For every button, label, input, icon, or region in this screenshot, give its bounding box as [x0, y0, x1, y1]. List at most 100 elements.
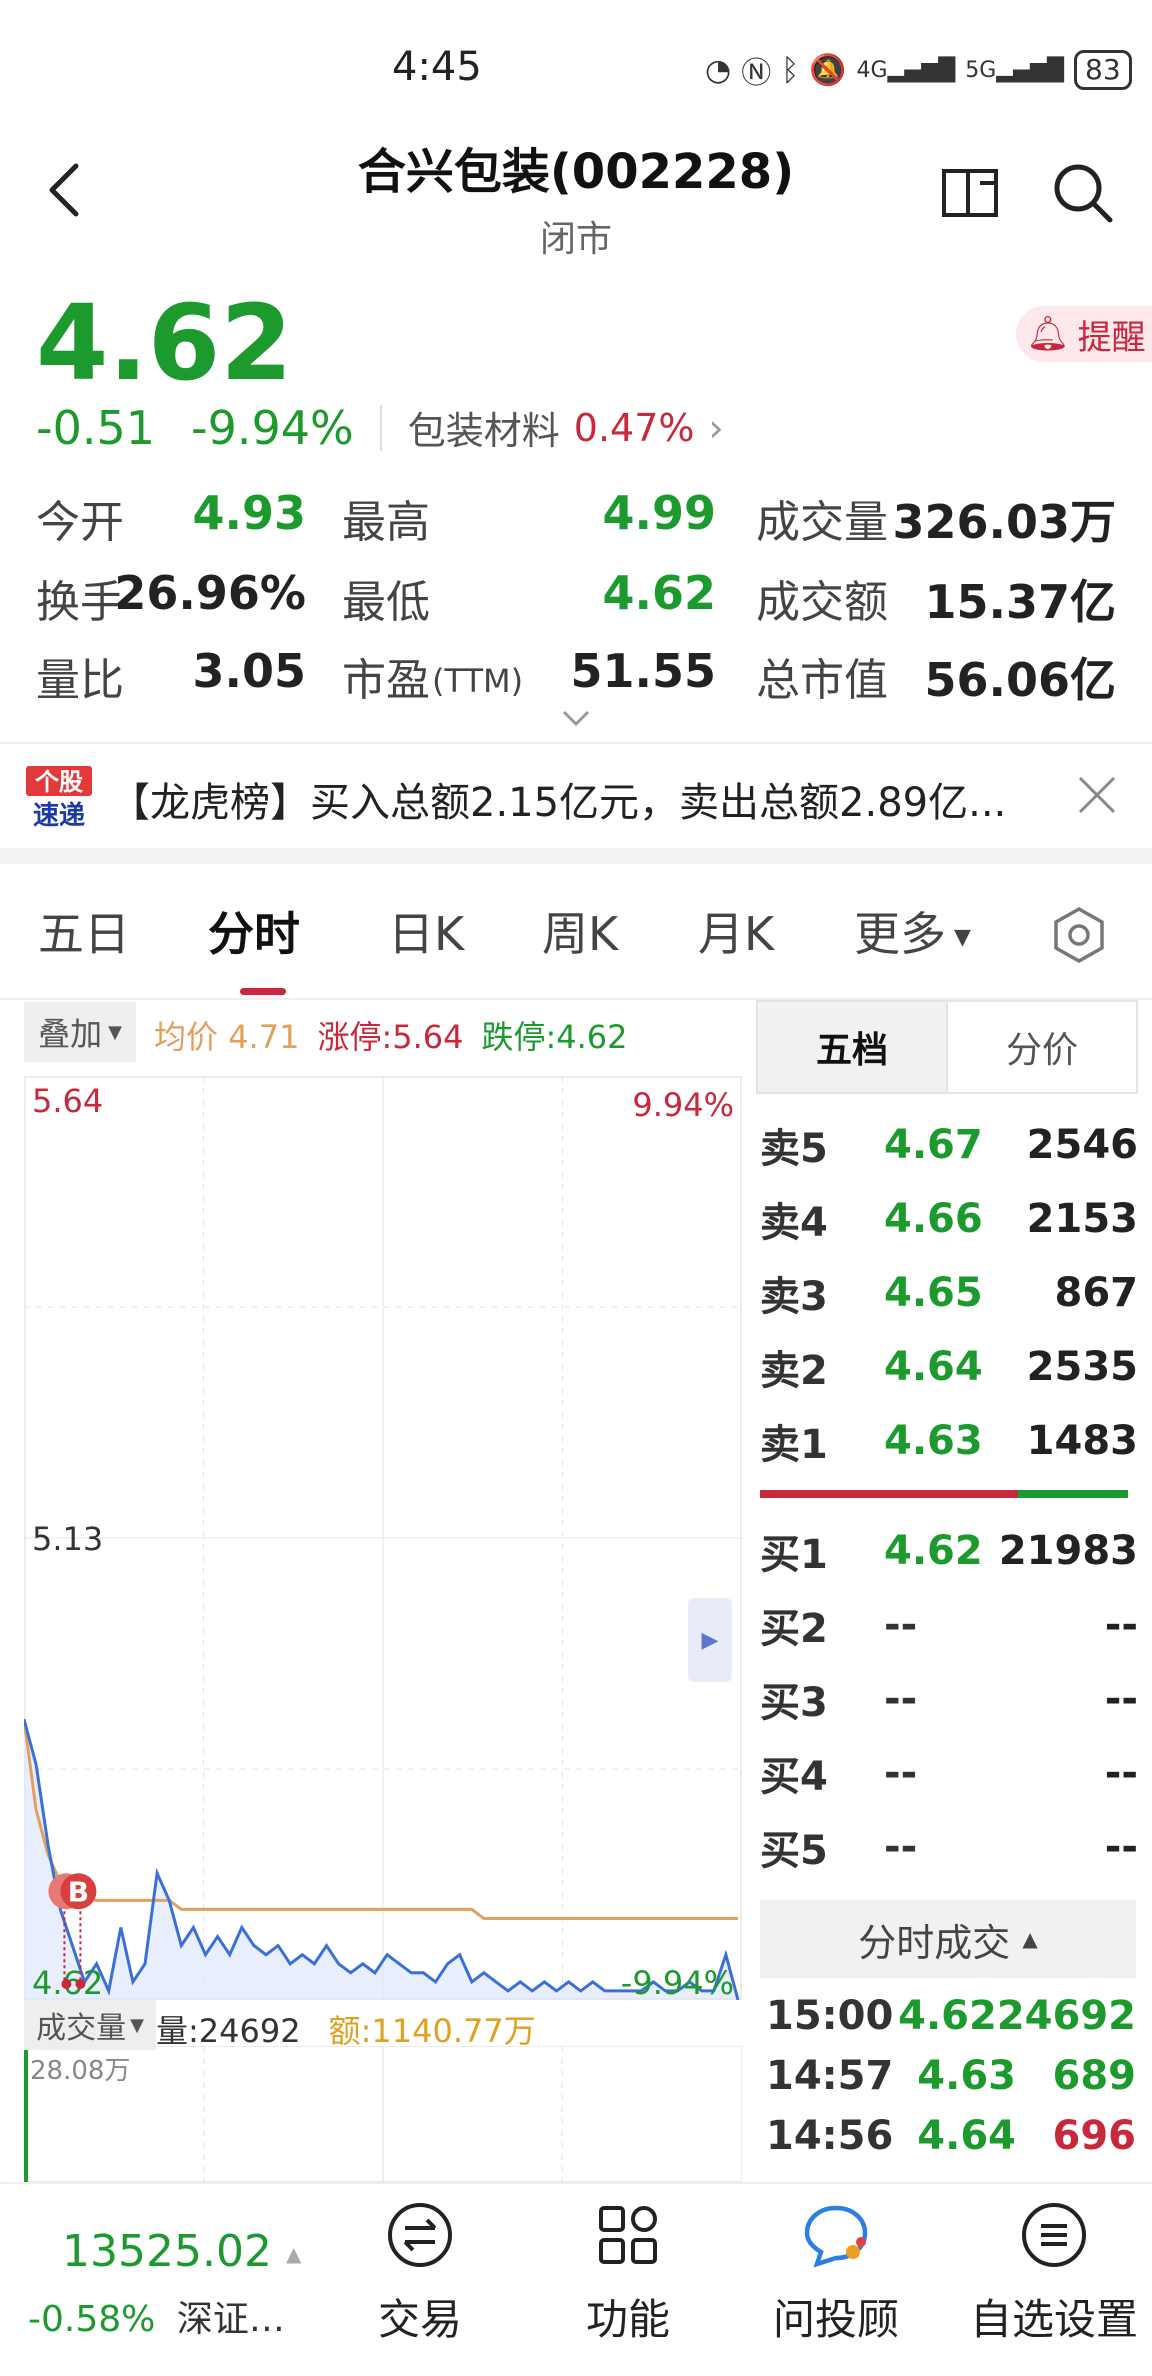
ticks-header[interactable]: 分时成交 ▲	[760, 1900, 1136, 1978]
index-name: 深证…	[176, 2299, 285, 2340]
stat-label-suffix: (TTM)	[432, 662, 524, 700]
tab-more[interactable]: 更多 ▼	[854, 898, 971, 964]
trade-icon	[388, 2203, 452, 2267]
news-headline[interactable]: 【龙虎榜】买入总额2.15亿元，卖出总额2.89亿...	[110, 770, 1006, 828]
ask-row[interactable]: 卖3 4.65 867	[760, 1256, 1138, 1330]
level-volume: --	[1104, 1750, 1138, 1796]
bid-row[interactable]: 买2 -- --	[760, 1588, 1138, 1662]
sector-link[interactable]: 包装材料 0.47% ›	[408, 400, 724, 455]
change-row: -0.51 -9.94% 包装材料 0.47% ›	[36, 400, 724, 455]
level-price: --	[884, 1824, 918, 1870]
search-icon[interactable]	[1052, 162, 1114, 224]
book-icon[interactable]	[940, 165, 1006, 221]
level-price: 4.65	[884, 1270, 983, 1316]
chevron-down-icon[interactable]	[560, 708, 592, 730]
bid-ratio-bar	[1018, 1490, 1128, 1498]
volume-chart	[24, 2046, 742, 2182]
price-change-pct: -9.94%	[191, 400, 354, 455]
level-label: 买5	[760, 1828, 828, 1874]
level-volume: 2546	[1026, 1122, 1138, 1168]
level-price: 4.67	[884, 1122, 983, 1168]
level-price: 4.64	[884, 1344, 983, 1390]
mute-icon: 🔕	[809, 52, 847, 88]
chart-expand-button[interactable]: ▶	[688, 1598, 732, 1682]
level-price: --	[884, 1750, 918, 1796]
price-area	[24, 1719, 738, 2000]
tick-price: 4.64	[917, 2113, 1016, 2159]
bid-row[interactable]: 买5 -- --	[760, 1810, 1138, 1884]
chart-legend: 均价 4.71 涨停:5.64 跌停:4.62	[154, 1012, 628, 1058]
chat-bubble-icon	[804, 2205, 868, 2268]
level-label: 卖4	[760, 1200, 828, 1246]
sector-name: 包装材料	[407, 409, 560, 453]
nav-watchlist-settings[interactable]: 自选设置	[964, 2200, 1144, 2347]
grid-icon	[599, 2206, 657, 2264]
tab-five-day[interactable]: 五日	[38, 898, 130, 964]
stat-value: 15.37亿	[924, 575, 1116, 629]
stat-label: 成交额	[756, 577, 888, 628]
tick-row: 14:57 4.63 689	[766, 2046, 1136, 2106]
sector-pct: 0.47%	[573, 405, 695, 450]
level-label: 卖5	[760, 1126, 828, 1172]
ask-row[interactable]: 卖2 4.64 2535	[760, 1330, 1138, 1404]
ask-row[interactable]: 卖5 4.67 2546	[760, 1108, 1138, 1182]
volume-indicator-button[interactable]: 成交量 ▼	[24, 2000, 156, 2050]
tab-month-k[interactable]: 月K	[698, 898, 774, 964]
speed-icon: ◔	[705, 52, 732, 88]
nav-advisor[interactable]: 问投顾	[756, 2200, 916, 2347]
intraday-chart[interactable]: 5.649.94%5.134.62-9.94%B	[24, 1076, 742, 2000]
bid-row[interactable]: 买3 -- --	[760, 1662, 1138, 1736]
stat-label: 成交量	[756, 497, 888, 548]
caret-down-icon: ▼	[130, 2014, 144, 2036]
svg-text:速递: 速递	[33, 800, 85, 830]
level-price: --	[884, 1602, 918, 1648]
close-icon[interactable]	[1076, 774, 1118, 816]
nav-trade[interactable]: 交易	[340, 2200, 500, 2347]
index-change: -0.58% 深证…	[28, 2299, 285, 2340]
tab-week-k[interactable]: 周K	[542, 898, 618, 964]
tick-volume: 24692	[996, 1993, 1136, 2039]
bid-row[interactable]: 买4 -- --	[760, 1736, 1138, 1810]
tick-price: 4.63	[917, 2053, 1016, 2099]
index-value[interactable]: 13525.02 ▲	[62, 2226, 301, 2277]
bid-row[interactable]: 买1 4.62 21983	[760, 1514, 1138, 1588]
avg-price-label: 均价 4.71	[154, 1018, 300, 1056]
tick-volume: 696	[1052, 2113, 1137, 2159]
alert-button[interactable]: 🔔︎ 提醒	[1016, 306, 1152, 362]
tab-underline	[240, 988, 286, 995]
tab-day-k[interactable]: 日K	[388, 898, 464, 964]
stat-value: 51.55	[570, 644, 716, 698]
order-book-tabs: 五档 分价	[756, 1000, 1138, 1094]
level-price: --	[884, 1676, 918, 1722]
nav-functions[interactable]: 功能	[548, 2200, 708, 2347]
tab-price-distribution[interactable]: 分价	[946, 1002, 1136, 1092]
stat-value: 56.06亿	[924, 653, 1116, 707]
ask-row[interactable]: 卖1 4.63 1483	[760, 1404, 1138, 1478]
avg-price-line	[24, 1719, 738, 1920]
tab-intraday[interactable]: 分时	[208, 898, 300, 964]
price-change: -0.51	[36, 400, 156, 455]
ask-row[interactable]: 卖4 4.66 2153	[760, 1182, 1138, 1256]
level-volume: --	[1104, 1602, 1138, 1648]
ask-ratio-bar	[760, 1490, 1018, 1498]
nfc-icon: Ⓝ	[741, 56, 772, 91]
caret-down-icon: ▼	[108, 1021, 122, 1043]
y-label-top: 5.64	[32, 1082, 103, 1120]
level-price: 4.63	[884, 1418, 983, 1464]
buy-marker-dot	[75, 1979, 86, 1989]
stat-value: 4.93	[192, 486, 307, 540]
stat-value: 26.96%	[114, 566, 306, 620]
overlay-button[interactable]: 叠加 ▼	[24, 1002, 136, 1062]
bell-icon: 🔔︎	[1026, 314, 1070, 354]
y-label-bottom-pct: -9.94%	[621, 1964, 734, 2000]
stat-value: 326.03万	[892, 495, 1116, 549]
tick-row: 15:00 4.62 24692	[766, 1986, 1136, 2046]
level-price: 4.62	[884, 1528, 983, 1574]
price-line	[24, 1718, 740, 2000]
tab-five-levels[interactable]: 五档	[758, 1002, 946, 1092]
tick-price: 4.62	[898, 1993, 997, 2039]
tick-row: 14:56 4.64 696	[766, 2106, 1136, 2166]
buy-marker-dot	[61, 1979, 72, 1989]
settings-icon[interactable]	[1052, 906, 1106, 964]
level-price: 4.66	[884, 1196, 983, 1242]
